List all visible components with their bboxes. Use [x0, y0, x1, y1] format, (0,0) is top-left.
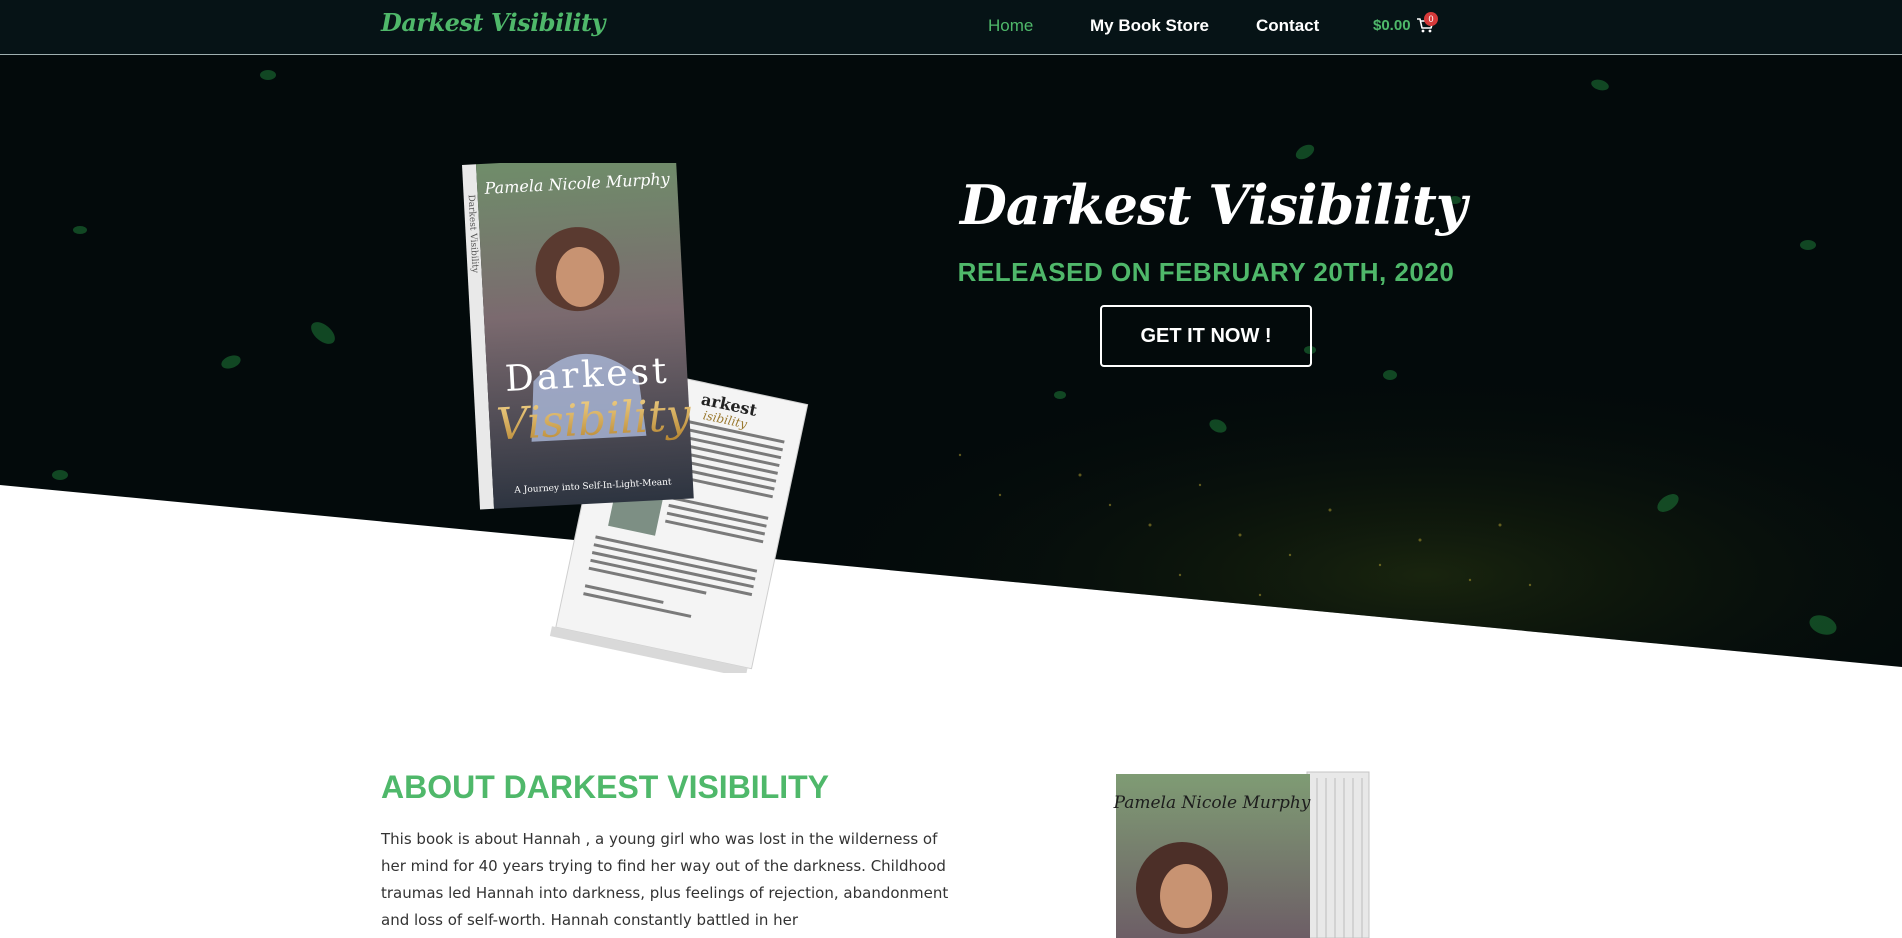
about-book-image: Pamela Nicole Murphy — [1113, 771, 1370, 938]
cart-count-badge: 0 — [1424, 12, 1438, 26]
site-logo[interactable]: Darkest Visibility — [381, 8, 605, 37]
book-mockup-image: arkest isibility Darkest Visibility Pame… — [462, 163, 809, 673]
nav-contact[interactable]: Contact — [1256, 16, 1319, 36]
release-date: RELEASED ON FEBRUARY 20TH, 2020 — [957, 257, 1455, 287]
site-header: Darkest Visibility Home My Book Store Co… — [0, 0, 1902, 55]
hero-background — [0, 55, 1902, 667]
hero-title: Darkest Visibility — [960, 173, 1467, 237]
svg-text:Visibility: Visibility — [495, 389, 693, 450]
about-description: This book is about Hannah , a young girl… — [381, 830, 949, 929]
hero-section: arkest isibility Darkest Visibility Pame… — [0, 55, 1902, 673]
cart-total[interactable]: $0.00 — [1373, 17, 1411, 34]
svg-text:Pamela Nicole Murphy: Pamela Nicole Murphy — [1113, 793, 1311, 813]
nav-my-book-store[interactable]: My Book Store — [1090, 16, 1209, 36]
nav-home[interactable]: Home — [988, 16, 1033, 36]
about-heading: ABOUT DARKEST VISIBILITY — [381, 769, 830, 805]
get-it-now-button[interactable]: GET IT NOW ! — [1100, 305, 1312, 367]
